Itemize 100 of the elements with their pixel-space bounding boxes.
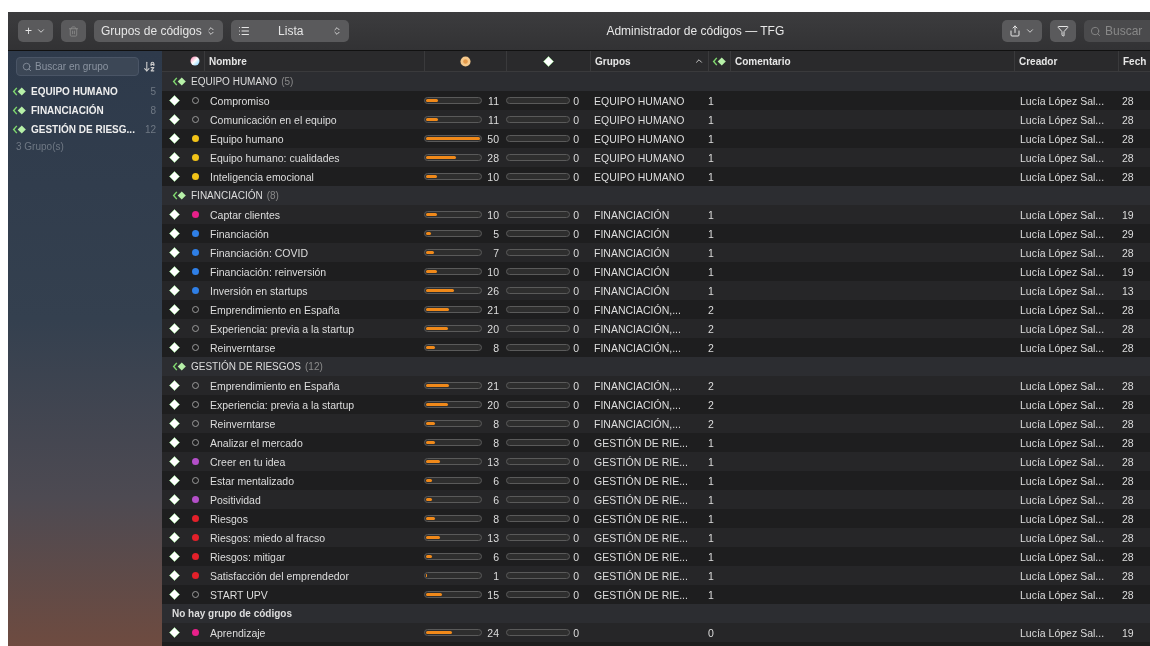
creator-cell-text: Lucía López Sal...	[1019, 626, 1105, 639]
code-row[interactable]: Riesgos: miedo al fracso 13 0 GESTIÓN DE RIE... 1 Lucía López Sal... 28	[162, 528, 1150, 547]
sidebar-item[interactable]: GESTIÓN DE RIESG... 12	[8, 120, 162, 139]
code-row[interactable]: Positividad 6 0 GESTIÓN DE RIE... 1 Lucía López Sal... 28	[162, 490, 1150, 509]
code-icon	[168, 589, 180, 600]
group-icon	[172, 362, 187, 371]
filter-icon	[1057, 25, 1069, 37]
creator-cell-text: Lucía López Sal...	[1019, 227, 1105, 240]
column-header[interactable]: Nombre	[209, 55, 247, 67]
date-cell-text: 19	[1121, 208, 1134, 221]
delete-button[interactable]	[61, 20, 86, 42]
column-header[interactable]: Grupos	[595, 55, 631, 67]
column-header[interactable]: Comentario	[735, 55, 791, 67]
group-count-cell: 1	[708, 588, 714, 601]
count-label: 8	[492, 512, 499, 525]
groups-cell-text: FINANCIACIÓN,...	[593, 341, 681, 354]
date-cell-text: 28	[1121, 474, 1134, 487]
group-count-cell: 2	[708, 341, 714, 354]
count-label: 0	[573, 227, 579, 240]
sidebar-item[interactable]: FINANCIACIÓN 8	[8, 101, 162, 120]
code-row[interactable]: Reinverntarse 8 0 FINANCIACIÓN,... 2 Lucía López Sal... 28	[162, 414, 1150, 433]
group-count-cell: 1	[708, 113, 714, 126]
code-icon	[168, 133, 180, 144]
code-name: Equipo humano: cualidades	[209, 151, 340, 164]
date-cell-text: 28	[1121, 170, 1134, 183]
date-cell-text: 28	[1121, 303, 1134, 316]
code-name: Equipo humano	[209, 132, 284, 145]
code-row[interactable]: Experiencia: previa a la startup 20 0 FINANCIACIÓN,... 2 Lucía López Sal... 28	[162, 319, 1150, 338]
code-name: Riesgos: miedo al fracso	[209, 531, 325, 544]
sidebar-item[interactable]: EQUIPO HUMANO 5	[8, 82, 162, 101]
scope-dropdown[interactable]: Grupos de códigos	[94, 20, 223, 42]
share-icon	[1009, 25, 1021, 37]
count-label: 13	[486, 455, 499, 468]
count-label: 0	[573, 569, 579, 582]
count-label: 0	[573, 246, 579, 259]
empty-bar	[506, 439, 570, 446]
group-icon[interactable]	[712, 56, 727, 66]
empty-bar	[506, 325, 570, 332]
group-header[interactable]: EQUIPO HUMANO (5)	[162, 72, 1150, 91]
filter-button[interactable]	[1050, 20, 1076, 42]
code-row[interactable]: Captar clientes 10 0 FINANCIACIÓN 1 Lucía López Sal... 19	[162, 205, 1150, 224]
code-name: Inversión en startups	[209, 284, 308, 297]
code-row[interactable]: Equipo humano: cualidades 28 0 EQUIPO HUMANO 1 Lucía López Sal... 28	[162, 148, 1150, 167]
column-header[interactable]: Fech	[1123, 55, 1147, 67]
count-label: 0	[573, 588, 579, 601]
add-button[interactable]: +	[18, 20, 53, 42]
view-dropdown[interactable]: Lista	[230, 20, 349, 42]
group-header[interactable]: GESTIÓN DE RIESGOS (12)	[162, 357, 1150, 376]
diamond-icon[interactable]	[543, 55, 554, 67]
code-row[interactable]: Financiación: COVID 7 0 FINANCIACIÓN 1 Lucía López Sal... 28	[162, 243, 1150, 262]
code-name: Reinverntarse	[209, 341, 276, 354]
group-header[interactable]: FINANCIACIÓN (8)	[162, 186, 1150, 205]
group-name: GESTIÓN DE RIESGOS	[191, 361, 302, 372]
code-row[interactable]: Inversión en startups 26 0 FINANCIACIÓN 1 Lucía López Sal... 13	[162, 281, 1150, 300]
count-label: 6	[492, 550, 499, 563]
group-icon	[172, 191, 187, 200]
creator-cell-text: Lucía López Sal...	[1019, 417, 1105, 430]
group-count-cell: 1	[708, 265, 714, 278]
count-label: 24	[486, 626, 499, 639]
creator-cell-text: Lucía López Sal...	[1019, 512, 1105, 525]
coin-icon[interactable]	[460, 55, 471, 67]
search-icon	[1090, 25, 1101, 37]
code-name: Reinverntarse	[209, 417, 276, 430]
date-cell-text: 28	[1121, 132, 1134, 145]
count-label: 0	[573, 284, 579, 297]
code-row[interactable]: Comunicación en el equipo 11 0 EQUIPO HUMANO 1 Lucía López Sal... 28	[162, 110, 1150, 129]
empty-bar	[506, 97, 570, 104]
group-count-cell: 1	[708, 531, 714, 544]
count-label: 0	[573, 170, 579, 183]
group-count: (12)	[305, 361, 323, 372]
count-label: 11	[487, 113, 499, 126]
groups-cell-text: FINANCIACIÓN,...	[593, 303, 681, 316]
code-row[interactable]: Aprendizaje 24 0 0 Lucía López Sal... 19	[162, 623, 1150, 642]
code-name: Riesgos: mitigar	[209, 550, 286, 563]
code-row[interactable]: Creer en tu idea 13 0 GESTIÓN DE RIE... 1 Lucía López Sal... 28	[162, 452, 1150, 471]
empty-bar	[506, 496, 570, 503]
count-label: 21	[486, 303, 499, 316]
count-label: 0	[573, 94, 579, 107]
column-header[interactable]: Creador	[1019, 55, 1058, 67]
groups-cell-text: GESTIÓN DE RIE...	[593, 474, 688, 487]
code-row[interactable]: Emprendimiento en España 21 0 FINANCIACIÓN,... 2 Lucía López Sal... 28	[162, 376, 1150, 395]
date-cell-text: 28	[1121, 417, 1134, 430]
group-count-cell: 1	[708, 569, 714, 582]
group-count-cell: 1	[708, 436, 714, 449]
count-label: 0	[573, 417, 579, 430]
code-row[interactable]: Satisfacción del emprendedor 1 0 GESTIÓN DE RIE... 1 Lucía López Sal... 28	[162, 566, 1150, 585]
empty-bar	[506, 553, 570, 560]
group-icon	[12, 106, 27, 115]
group-name: EQUIPO HUMANO	[191, 76, 278, 87]
group-count: (5)	[281, 76, 294, 87]
code-name: Aprendizaje	[209, 626, 266, 639]
share-button[interactable]	[1002, 20, 1042, 42]
count-label: 50	[486, 132, 499, 145]
empty-bar	[506, 477, 570, 484]
count-label: 0	[573, 398, 579, 411]
code-name: Financiación	[209, 227, 269, 240]
code-icon	[168, 380, 180, 391]
creator-cell-text: Lucía López Sal...	[1019, 94, 1105, 107]
sort-az-icon[interactable]	[143, 60, 156, 73]
date-cell-text: 29	[1121, 227, 1134, 240]
